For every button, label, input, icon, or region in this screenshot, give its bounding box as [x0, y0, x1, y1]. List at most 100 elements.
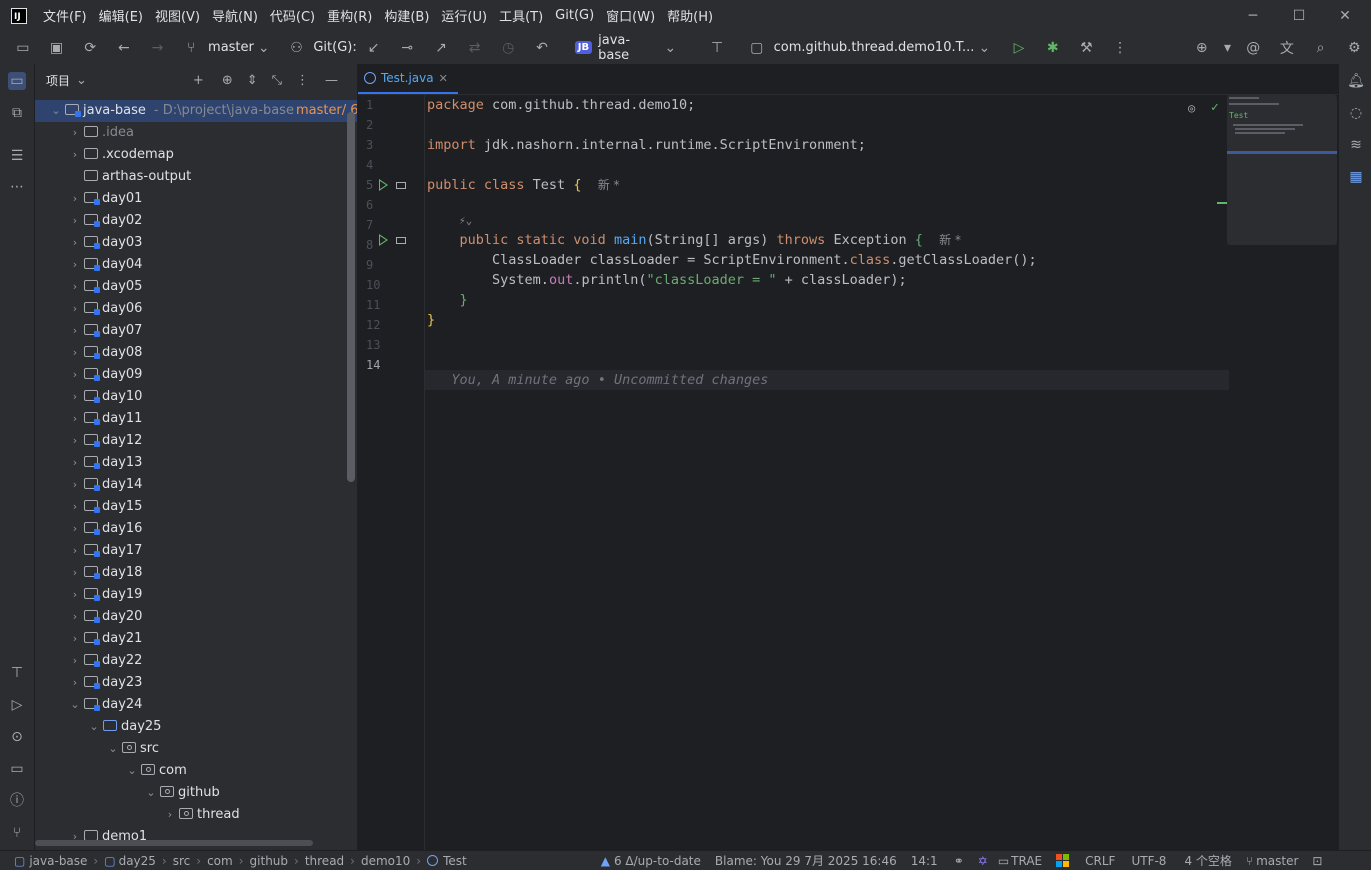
- notifications-icon[interactable]: 🔔︎: [1347, 72, 1365, 90]
- tree-item-day10[interactable]: › day10: [35, 386, 357, 408]
- push-icon[interactable]: ↗: [424, 40, 458, 56]
- tree-item-day21[interactable]: › day21: [35, 628, 357, 650]
- tree-item-day04[interactable]: › day04: [35, 254, 357, 276]
- update-ide-icon[interactable]: ⊕: [1185, 40, 1219, 56]
- tab-test-java[interactable]: Test.java ✕: [358, 64, 458, 94]
- project-panel-title[interactable]: 项目: [46, 72, 70, 89]
- options-icon[interactable]: ⋮: [296, 73, 309, 88]
- tree-item-day06[interactable]: › day06: [35, 298, 357, 320]
- forward-icon[interactable]: →: [141, 40, 175, 56]
- menu-build[interactable]: 构建(B): [384, 6, 429, 25]
- minimap[interactable]: Test: [1227, 95, 1337, 245]
- sync-icon[interactable]: ⟳: [73, 40, 107, 56]
- menu-navigate[interactable]: 导航(N): [212, 6, 258, 25]
- tree-item-day13[interactable]: › day13: [35, 452, 357, 474]
- breadcrumb-item[interactable]: src: [173, 854, 191, 868]
- menu-window[interactable]: 窗口(W): [606, 6, 655, 25]
- menu-help[interactable]: 帮助(H): [667, 6, 713, 25]
- menu-view[interactable]: 视图(V): [155, 6, 200, 25]
- run-config-selector[interactable]: com.github.thread.demo10.T...: [774, 40, 975, 55]
- chevron-right-icon[interactable]: ›: [68, 276, 82, 298]
- commit-icon[interactable]: ⊸: [390, 40, 424, 56]
- status-branch[interactable]: master: [1256, 854, 1298, 868]
- breadcrumb-item[interactable]: com: [207, 854, 233, 868]
- chevron-down-icon[interactable]: ⌄: [76, 73, 87, 88]
- blame-info[interactable]: Blame: You 29 7月 2025 16:46: [715, 852, 897, 869]
- tree-item--idea[interactable]: › .idea: [35, 122, 357, 144]
- save-icon[interactable]: ▣: [40, 40, 74, 56]
- tree-item-day08[interactable]: › day08: [35, 342, 357, 364]
- breadcrumb-item[interactable]: thread: [305, 854, 344, 868]
- tree-horizontal-scrollbar[interactable]: [35, 840, 313, 846]
- branch-selector[interactable]: master: [208, 40, 254, 55]
- breadcrumb-item[interactable]: java-base: [29, 854, 87, 868]
- back-icon[interactable]: ←: [107, 40, 141, 56]
- indent-setting[interactable]: 4 个空格: [1184, 852, 1231, 869]
- tree-item-day18[interactable]: › day18: [35, 562, 357, 584]
- annotation-icon[interactable]: [396, 237, 406, 244]
- history-icon[interactable]: ◷: [491, 40, 525, 56]
- tree-item-day23[interactable]: › day23: [35, 672, 357, 694]
- code-editor[interactable]: package com.github.thread.demo10; import…: [425, 95, 1229, 850]
- tree-item-day14[interactable]: › day14: [35, 474, 357, 496]
- collapse-all-icon[interactable]: ⤡: [272, 73, 282, 88]
- chevron-right-icon[interactable]: ›: [68, 452, 82, 474]
- chevron-down-icon[interactable]: ⌄: [974, 40, 994, 56]
- close-tab-icon[interactable]: ✕: [439, 72, 448, 85]
- tree-item-day19[interactable]: › day19: [35, 584, 357, 606]
- terminal-tool-icon[interactable]: ▭: [8, 760, 26, 778]
- chevron-right-icon[interactable]: ›: [68, 540, 82, 562]
- tree-item-day24[interactable]: ⌄ day24: [35, 694, 357, 716]
- chevron-right-icon[interactable]: ›: [68, 430, 82, 452]
- tree-item-day11[interactable]: › day11: [35, 408, 357, 430]
- run-tool-icon[interactable]: ▷: [8, 696, 26, 714]
- chevron-right-icon[interactable]: ›: [68, 122, 82, 144]
- no-problems-icon[interactable]: ✓: [1211, 100, 1219, 115]
- chevron-right-icon[interactable]: ›: [68, 210, 82, 232]
- chevron-down-icon[interactable]: ▾: [1219, 40, 1237, 56]
- vcs-status[interactable]: 6 Δ/up-to-date: [614, 854, 701, 868]
- chevron-down-icon[interactable]: ⌄: [68, 694, 82, 716]
- tree-scrollbar[interactable]: [347, 112, 355, 482]
- intellij-logo-icon[interactable]: IJ: [11, 7, 27, 24]
- chevron-right-icon[interactable]: ›: [68, 144, 82, 166]
- tree-item-day01[interactable]: › day01: [35, 188, 357, 210]
- menu-git[interactable]: Git(G): [555, 8, 594, 23]
- tree-item-day15[interactable]: › day15: [35, 496, 357, 518]
- chevron-right-icon[interactable]: ›: [68, 672, 82, 694]
- chevron-down-icon[interactable]: ⌄: [660, 40, 680, 56]
- chevron-right-icon[interactable]: ›: [68, 408, 82, 430]
- project-tool-icon[interactable]: ▭: [8, 72, 26, 90]
- chevron-right-icon[interactable]: ›: [68, 386, 82, 408]
- settings-icon[interactable]: ⚙: [1337, 40, 1371, 56]
- tree-item-src[interactable]: ⌄ src: [35, 738, 357, 760]
- debug-icon[interactable]: ✱: [1036, 40, 1070, 56]
- menu-run[interactable]: 运行(U): [441, 6, 487, 25]
- database-icon[interactable]: ≋: [1347, 136, 1365, 154]
- reader-mode-icon[interactable]: ◎: [1188, 101, 1195, 115]
- tree-item--xcodemap[interactable]: › .xcodemap: [35, 144, 357, 166]
- git-tool-icon[interactable]: ⑂: [8, 824, 26, 842]
- run-icon[interactable]: ▷: [1002, 40, 1036, 56]
- trae-label[interactable]: TRAE: [1011, 854, 1042, 868]
- chevron-right-icon[interactable]: ›: [68, 562, 82, 584]
- tree-item-day07[interactable]: › day07: [35, 320, 357, 342]
- tree-item-day22[interactable]: › day22: [35, 650, 357, 672]
- translate-icon[interactable]: 文: [1270, 38, 1304, 58]
- new-file-icon[interactable]: +: [193, 73, 204, 88]
- menu-tools[interactable]: 工具(T): [499, 6, 543, 25]
- tree-item-day20[interactable]: › day20: [35, 606, 357, 628]
- chevron-down-icon[interactable]: ⌄: [106, 738, 120, 760]
- problems-tool-icon[interactable]: ⓘ: [8, 792, 26, 810]
- menu-refactor[interactable]: 重构(R): [327, 6, 372, 25]
- tree-item-day03[interactable]: › day03: [35, 232, 357, 254]
- chevron-right-icon[interactable]: ›: [68, 320, 82, 342]
- structure-tool-icon[interactable]: ☰: [8, 147, 26, 165]
- expand-all-icon[interactable]: ⇕: [247, 73, 258, 88]
- trae-logo-icon[interactable]: ✡: [978, 854, 988, 868]
- rollback-icon[interactable]: ↶: [525, 40, 559, 56]
- menu-file[interactable]: 文件(F): [43, 6, 87, 25]
- tree-item-day02[interactable]: › day02: [35, 210, 357, 232]
- chevron-right-icon[interactable]: ›: [68, 496, 82, 518]
- tree-item-day17[interactable]: › day17: [35, 540, 357, 562]
